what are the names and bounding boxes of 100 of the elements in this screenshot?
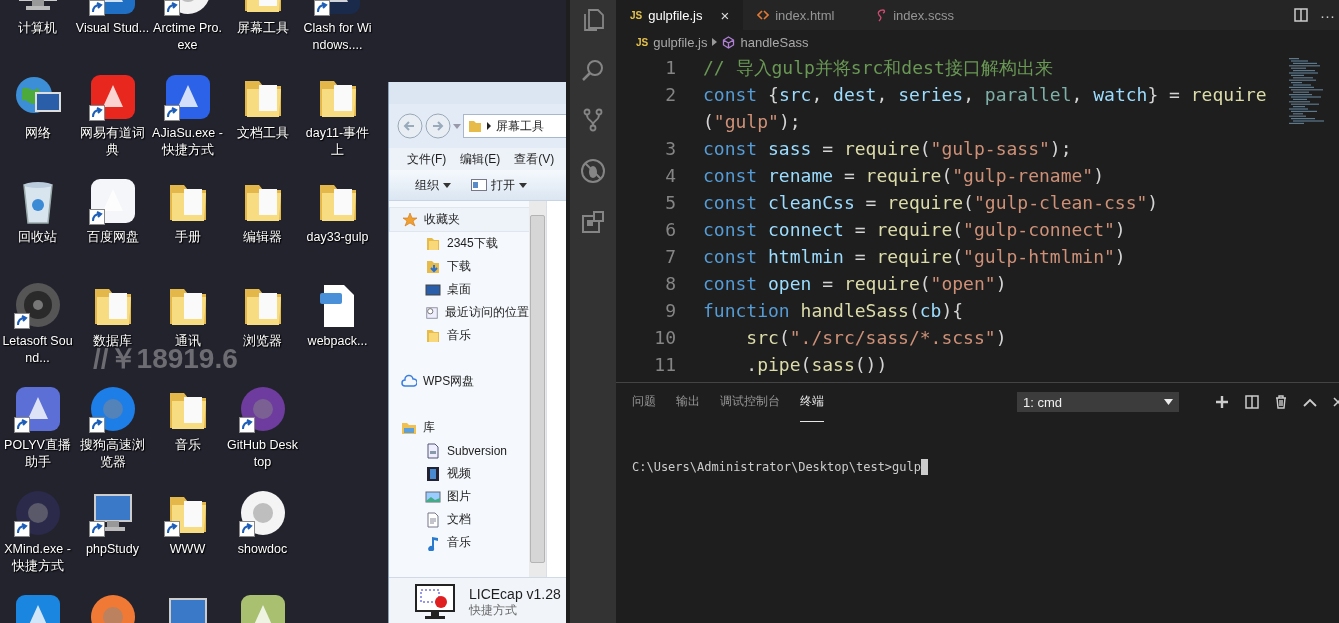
desktop-icon-label[interactable]: 搜狗高速浏览器 [75, 437, 150, 471]
code-line: .pipe(sass()) [745, 353, 889, 377]
editor-tab[interactable]: JS gulpfile.js × [616, 0, 744, 30]
app-icon[interactable] [329, 0, 362, 16]
desktop-icon-label[interactable]: 编辑器 [225, 229, 300, 246]
files-icon[interactable] [581, 8, 605, 32]
panel-tab[interactable]: 调试控制台 [720, 382, 780, 422]
desktop-icon-label[interactable]: 屏幕工具 [225, 20, 300, 37]
nav-item[interactable]: Subversion [389, 439, 529, 462]
terminal-dropdown[interactable]: 1: cmd [1017, 392, 1179, 412]
app-icon[interactable] [88, 385, 137, 433]
nav-item[interactable]: 文档 [389, 508, 529, 531]
no-bug-icon[interactable] [580, 158, 606, 184]
picture-icon [425, 488, 441, 505]
chevron-icon [486, 122, 492, 130]
desktop-icon-label[interactable]: Letasoft Sound... [0, 333, 75, 367]
desktop-icon-label[interactable]: day33-gulp [300, 229, 375, 246]
menu-item[interactable]: 查看(V) [514, 150, 555, 168]
nav-item[interactable]: 下载 [389, 255, 529, 278]
line-number: 8 [664, 272, 676, 296]
source-control-icon[interactable] [581, 108, 605, 132]
desktop-icon-label[interactable]: showdoc [225, 541, 300, 558]
desktop-icon-label[interactable]: 手册 [150, 229, 225, 246]
scrollbar[interactable] [529, 201, 546, 577]
recent-places-icon [425, 304, 439, 321]
address-bar[interactable]: 屏幕工具 [463, 114, 566, 138]
split-editor-icon[interactable] [1294, 8, 1308, 22]
desktop-icon-label[interactable]: 文档工具 [225, 125, 300, 142]
close-icon[interactable]: × [720, 6, 730, 24]
panel-tab[interactable]: 终端 [800, 382, 824, 422]
desktop-icon-label[interactable]: webpack... [300, 333, 375, 350]
desktop-icon-label[interactable]: 音乐 [150, 437, 225, 454]
music-note-icon [425, 534, 441, 551]
panel-tab[interactable]: 问题 [632, 382, 656, 422]
scrollbar-thumb[interactable] [530, 215, 545, 563]
desktop-icon-label[interactable]: 浏览器 [225, 333, 300, 350]
terminal-line: C:\Users\Administrator\Desktop\test>gulp [632, 460, 921, 474]
breadcrumb-item[interactable]: gulpfile.js [653, 34, 708, 50]
address-text: 屏幕工具 [496, 117, 544, 135]
desktop-icon-label[interactable]: POLYV直播助手 [0, 437, 75, 471]
nav-item[interactable]: 音乐 [389, 531, 529, 554]
more-actions-icon[interactable]: ··· [1320, 6, 1335, 24]
nav-item[interactable]: 库 [389, 416, 529, 439]
desktop-icon-label[interactable]: 回收站 [0, 229, 75, 246]
code-line: const {src, dest, series, parallel, watch} = require [703, 83, 1268, 107]
nav-item[interactable]: WPS网盘 [389, 370, 529, 393]
extensions-icon[interactable] [581, 210, 605, 234]
line-number: 9 [664, 299, 676, 323]
document-icon [425, 511, 441, 528]
search-icon[interactable] [581, 58, 605, 82]
desktop-icon-label[interactable]: phpStudy [75, 541, 150, 558]
line-number: 2 [664, 83, 676, 107]
menu-item[interactable]: 编辑(E) [460, 150, 501, 168]
app-icon[interactable] [238, 593, 287, 623]
desktop-icon-label[interactable]: GitHub Desktop [225, 437, 300, 471]
toolbar-button[interactable]: 打开 [471, 176, 527, 194]
nav-item[interactable]: 桌面 [389, 278, 529, 301]
app-icon[interactable] [238, 489, 287, 537]
split-terminal-icon[interactable] [1245, 395, 1259, 409]
nav-item[interactable]: 2345下载 [389, 232, 529, 255]
editor-tab[interactable]: index.scss [861, 0, 980, 30]
app-icon[interactable] [13, 593, 62, 623]
desktop-icon-label[interactable]: Visual Stud... [75, 20, 150, 37]
code-line: // 导入gulp并将src和dest接口解构出来 [703, 56, 1054, 80]
desktop-icon-label[interactable]: 网易有道词典 [75, 125, 150, 159]
desktop-icon-label[interactable]: Arctime Pro.exe [150, 20, 225, 54]
film-icon [425, 465, 441, 482]
app-icon[interactable] [238, 385, 287, 433]
line-number: 4 [664, 164, 676, 188]
desktop-icon-label[interactable]: 计算机 [0, 20, 75, 37]
desktop-icon-label[interactable]: Clash for Windows.... [300, 20, 375, 54]
code-line: const sass = require("gulp-sass"); [703, 137, 1073, 161]
app-icon[interactable] [104, 0, 137, 16]
menu-item[interactable]: 文件(F) [407, 150, 447, 168]
desktop-icon-label[interactable]: AJiaSu.exe - 快捷方式 [150, 125, 225, 159]
desktop-icon-label[interactable]: 百度网盘 [75, 229, 150, 246]
download-folder-icon [425, 258, 441, 275]
desktop-icon-label[interactable]: day11-事件上 [300, 125, 375, 159]
plus-icon[interactable] [1215, 395, 1229, 409]
desktop-icon-label[interactable]: 通讯 [150, 333, 225, 350]
desktop-icon-label[interactable]: 网络 [0, 125, 75, 142]
breadcrumb-item[interactable]: handleSass [740, 34, 809, 50]
code-line: const rename = require("gulp-rename") [703, 164, 1105, 188]
nav-item[interactable]: 音乐 [389, 324, 529, 347]
line-number: 5 [664, 191, 676, 215]
toolbar-button[interactable]: 组织 [415, 176, 451, 194]
code-line: src("./src/sass/*.scss") [745, 326, 1008, 350]
nav-item[interactable]: 视频 [389, 462, 529, 485]
desktop-icon-label[interactable]: XMind.exe - 快捷方式 [0, 541, 75, 575]
trash-icon[interactable] [1275, 395, 1287, 409]
desktop-icon-label[interactable]: WWW [150, 541, 225, 558]
editor-tab[interactable]: index.html [743, 0, 862, 30]
chevron-up-icon[interactable] [1303, 397, 1317, 407]
document-icon [425, 442, 441, 459]
app-icon[interactable] [13, 489, 62, 537]
panel-tab[interactable]: 输出 [676, 382, 700, 422]
nav-item[interactable]: 最近访问的位置 [389, 301, 529, 324]
code-line: const htmlmin = require("gulp-htmlmin") [703, 245, 1127, 269]
nav-item[interactable]: 图片 [389, 485, 529, 508]
nav-item[interactable]: 收藏夹 [389, 207, 529, 232]
